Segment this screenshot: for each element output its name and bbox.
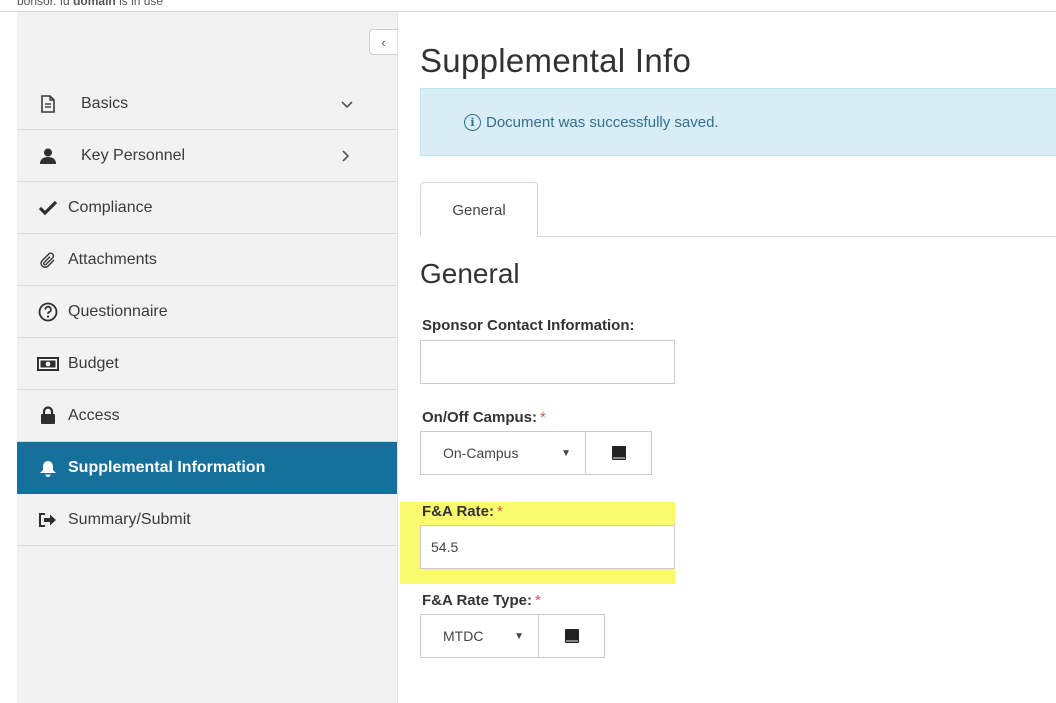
clipped-text-prefix: bonsor. Id [17, 0, 70, 8]
info-icon: i [464, 113, 481, 131]
select-value: MTDC [443, 628, 484, 644]
sidebar-item-label: Budget [68, 354, 119, 372]
bell-icon [37, 457, 59, 479]
sidebar-item-supplemental-information[interactable]: Supplemental Information [17, 442, 397, 494]
sidebar-item-label: Key Personnel [81, 146, 186, 164]
collapse-sidebar-button[interactable]: ‹ [369, 29, 397, 55]
lock-icon [37, 405, 59, 427]
book-icon [564, 629, 579, 643]
sidebar-item-summary-submit[interactable]: Summary/Submit [17, 494, 397, 546]
sidebar-item-access[interactable]: Access [17, 390, 397, 442]
sponsor-contact-input[interactable] [420, 340, 675, 384]
fa-rate-type-select[interactable]: MTDC ▼ [420, 614, 539, 658]
section-title: General [420, 258, 520, 289]
fa-rate-type-lookup-button[interactable] [538, 614, 605, 658]
book-icon [611, 446, 626, 460]
sidebar-item-label: Access [68, 406, 120, 424]
document-icon [37, 93, 59, 115]
user-icon [37, 145, 59, 167]
sidebar-item-key-personnel[interactable]: Key Personnel [17, 130, 397, 182]
sidebar-item-label: Questionnaire [68, 302, 168, 320]
clipped-header-text: bonsor. Id domain is in use [17, 0, 163, 8]
tab-general[interactable]: General [420, 182, 538, 237]
clipped-text-suffix: is in use [119, 0, 164, 8]
on-off-campus-lookup-button[interactable] [585, 431, 652, 475]
sponsor-contact-label: Sponsor Contact Information: [422, 317, 635, 334]
clipped-text-bold: domain [73, 0, 116, 8]
paperclip-icon [37, 249, 59, 271]
fa-rate-label: F&A Rate: * [422, 503, 503, 520]
money-icon [37, 353, 59, 375]
chevron-down-icon [340, 99, 354, 109]
sign-out-icon [37, 509, 59, 531]
sidebar-item-questionnaire[interactable]: Questionnaire [17, 286, 397, 338]
main-content: Supplemental Info i Document was success… [398, 12, 1056, 703]
sidebar-item-label: Compliance [68, 198, 153, 216]
fa-rate-input[interactable] [420, 525, 675, 569]
fa-rate-type-label: F&A Rate Type: * [422, 592, 541, 609]
dropdown-arrow-icon: ▼ [561, 447, 571, 459]
checkmark-icon [37, 197, 59, 219]
sidebar-item-basics[interactable]: Basics [17, 78, 397, 130]
fa-rate-type-label-text: F&A Rate Type: [422, 592, 533, 609]
chevron-right-icon [340, 149, 350, 163]
sidebar-item-compliance[interactable]: Compliance [17, 182, 397, 234]
chevron-left-icon: ‹ [381, 34, 386, 50]
sidebar-nav: Basics Key Personnel Compliance Attachme… [17, 78, 397, 546]
select-value: On-Campus [443, 445, 519, 461]
page-title: Supplemental Info [420, 42, 692, 79]
sidebar-item-label: Summary/Submit [68, 510, 191, 528]
tab-label: General [452, 201, 506, 219]
question-circle-icon [37, 301, 59, 323]
required-asterisk: * [535, 592, 541, 609]
sidebar-item-label: Basics [81, 94, 129, 112]
sidebar-item-label: Supplemental Information [68, 459, 266, 476]
fa-rate-label-text: F&A Rate: [422, 503, 494, 520]
success-alert: i Document was successfully saved. [420, 88, 1056, 156]
sidebar-item-label: Attachments [68, 250, 157, 268]
on-off-campus-select[interactable]: On-Campus ▼ [420, 431, 586, 475]
sidebar: Basics Key Personnel Compliance Attachme… [17, 12, 398, 703]
sidebar-item-attachments[interactable]: Attachments [17, 234, 397, 286]
required-asterisk: * [540, 409, 546, 426]
alert-message: Document was successfully saved. [486, 113, 719, 131]
required-asterisk: * [496, 503, 503, 520]
on-off-campus-label-text: On/Off Campus: [422, 409, 537, 426]
on-off-campus-label: On/Off Campus: * [422, 409, 546, 426]
dropdown-arrow-icon: ▼ [514, 630, 524, 642]
sidebar-item-budget[interactable]: Budget [17, 338, 397, 390]
